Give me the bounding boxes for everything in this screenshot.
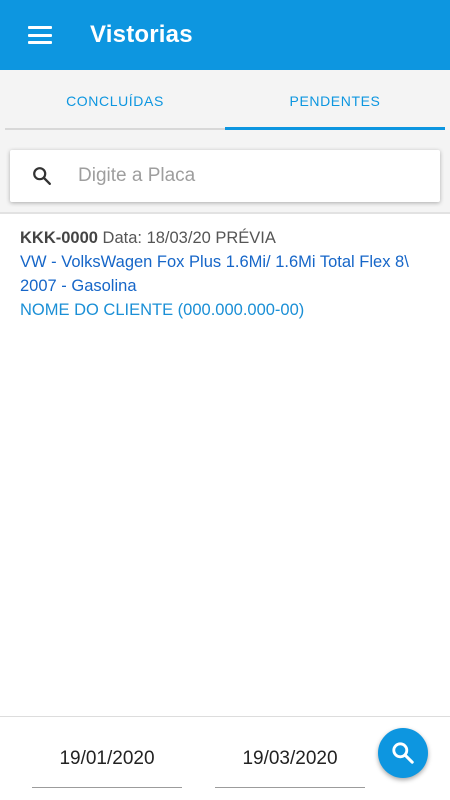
start-date-field[interactable]: 19/01/2020 — [32, 735, 182, 788]
end-date-field[interactable]: 19/03/2020 — [215, 735, 365, 788]
tab-active-indicator — [225, 127, 445, 130]
search-area — [0, 132, 450, 212]
menu-button[interactable] — [18, 17, 62, 53]
vehicle-description: VW - VolksWagen Fox Plus 1.6Mi/ 1.6Mi To… — [20, 253, 409, 271]
search-fab-button[interactable] — [378, 728, 428, 778]
search-icon — [392, 742, 414, 764]
inspection-header: KKK-0000 Data: 18/03/20 PRÉVIA — [20, 226, 445, 250]
search-icon — [33, 167, 51, 185]
tab-concluidas[interactable]: CONCLUÍDAS — [5, 70, 225, 132]
vehicle-plate: KKK-0000 — [20, 229, 98, 247]
app-bar: Vistorias — [0, 0, 450, 70]
vehicle-year-fuel: 2007 - Gasolina — [20, 277, 137, 295]
inspection-date: Data: 18/03/20 PRÉVIA — [102, 229, 276, 247]
list-item[interactable]: KKK-0000 Data: 18/03/20 PRÉVIA VW - Volk… — [20, 226, 445, 322]
bottom-divider — [0, 716, 450, 717]
plate-search-input[interactable] — [78, 158, 428, 194]
app-screen: Vistorias CONCLUÍDAS PENDENTES KKK-0000 … — [0, 0, 450, 800]
tab-bar: CONCLUÍDAS PENDENTES — [0, 70, 450, 132]
search-box[interactable] — [10, 150, 440, 202]
menu-icon — [28, 26, 52, 44]
tab-concluidas-underline — [5, 128, 225, 130]
divider — [0, 212, 450, 214]
page-title: Vistorias — [90, 21, 193, 48]
client-name: NOME DO CLIENTE (000.000.000-00) — [20, 301, 305, 319]
tab-pendentes[interactable]: PENDENTES — [225, 70, 445, 132]
